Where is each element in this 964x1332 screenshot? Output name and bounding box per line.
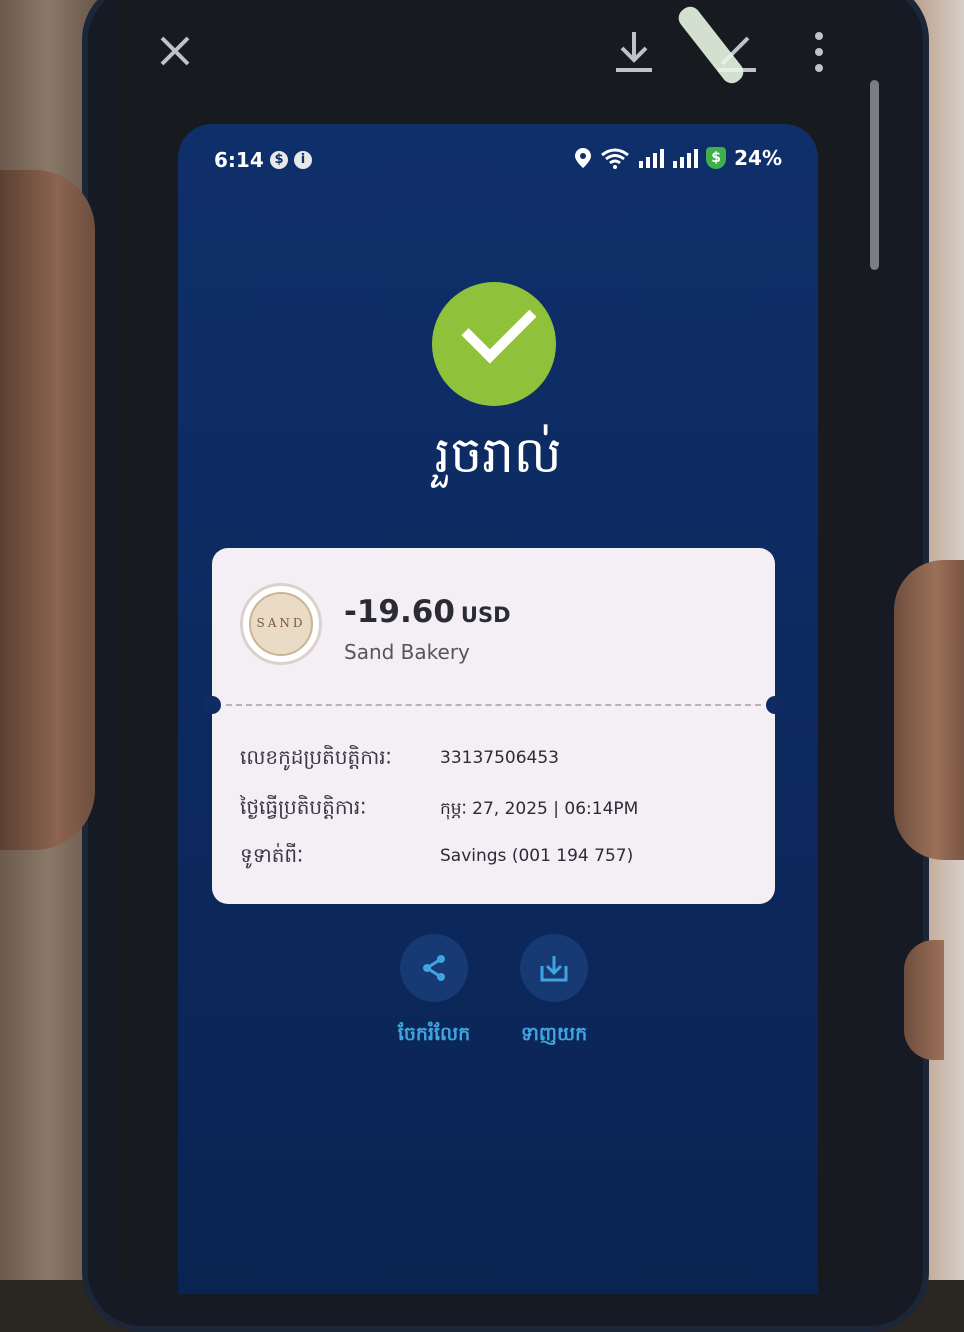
notification-info-icon: i (294, 151, 312, 169)
success-check-icon (432, 282, 556, 406)
download-icon[interactable] (612, 28, 656, 80)
finger-right (894, 560, 964, 860)
paid-from-label: ទូទាត់ពីៈ (240, 843, 304, 867)
scrollbar[interactable] (870, 80, 879, 270)
finger-right-lower (904, 940, 944, 1060)
transaction-id-value: 33137506453 (440, 748, 559, 768)
share-button[interactable]: ចែករំលែក (384, 934, 484, 1050)
download-label: ទាញយក (520, 1023, 588, 1045)
download-button[interactable]: ទាញយក (504, 934, 604, 1050)
close-icon[interactable] (158, 34, 192, 74)
transaction-id-label: លេខកូដប្រតិបត្តិការៈ (240, 745, 392, 769)
finger-left (0, 170, 95, 850)
download-tray-icon (520, 934, 588, 1002)
merchant-name: Sand Bakery (344, 640, 470, 664)
battery-percent: 24% (734, 146, 782, 170)
transaction-card: SAND -19.60 USD Sand Bakery លេខកូដប្រតិបត… (203, 548, 784, 904)
paid-from-value: Savings (001 194 757) (440, 846, 634, 866)
status-time: 6:14 (214, 148, 264, 172)
merchant-logo: SAND (240, 583, 322, 665)
success-title: រួចរាល់ (434, 426, 562, 484)
wifi-icon (601, 148, 630, 169)
more-vert-icon[interactable] (814, 30, 824, 80)
amount-value: -19.60 (344, 594, 455, 630)
signal-icon-2 (673, 149, 699, 168)
image-viewer-toolbar (118, 0, 880, 110)
transaction-amount: -19.60 USD (344, 594, 511, 630)
receipt-screenshot: 6:14 $ i $ 24% រួចរាល់ SAND -19.60 USD Sa… (178, 124, 818, 1294)
notification-dollar-icon: $ (270, 151, 288, 169)
location-icon (575, 148, 592, 168)
share-icon (400, 934, 468, 1002)
status-bar: 6:14 $ i $ 24% (178, 144, 818, 174)
status-icons: $ 24% (574, 146, 782, 170)
amount-currency: USD (460, 603, 511, 627)
shield-icon: $ (706, 147, 727, 169)
dashed-divider (226, 704, 761, 706)
signal-icon (639, 149, 665, 168)
ticket-notch-right (766, 696, 784, 714)
ticket-notch-left (203, 696, 221, 714)
share-label: ចែករំលែក (397, 1023, 471, 1045)
transaction-date-value: កុម្ភៈ 27, 2025 | 06:14PM (440, 799, 639, 819)
logo-text: SAND (256, 616, 306, 630)
transaction-date-label: ថ្ងៃធ្វើប្រតិបត្តិការៈ (240, 795, 367, 819)
